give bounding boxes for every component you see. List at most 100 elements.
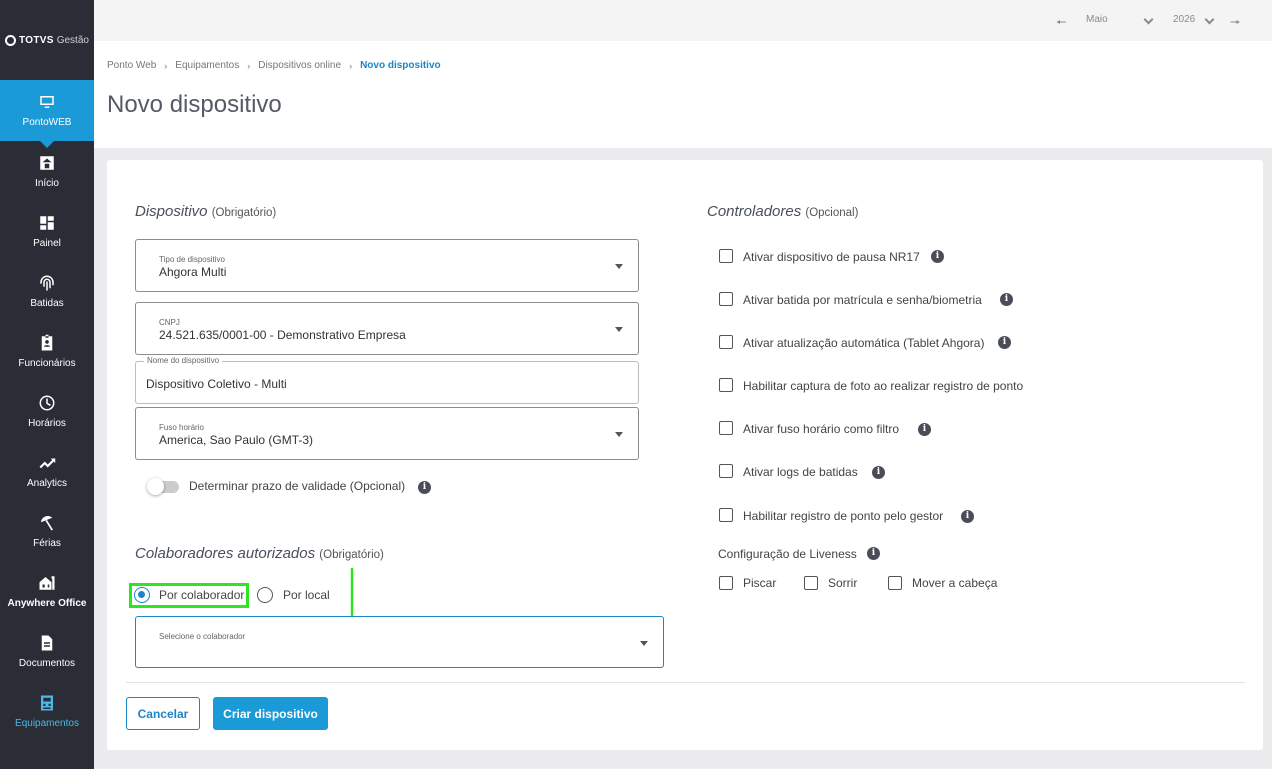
sidebar-item-batidas[interactable]: Batidas <box>0 261 94 321</box>
sidebar-item-inicio[interactable]: Início <box>0 141 94 201</box>
sidebar-item-funcionarios[interactable]: Funcionários <box>0 321 94 381</box>
sidebar-item-painel[interactable]: Painel <box>0 201 94 261</box>
tipo-dispositivo-select[interactable]: Tipo de dispositivo Ahgora Multi <box>135 239 639 292</box>
sidebar-item-documentos[interactable]: Documentos <box>0 621 94 681</box>
controladores-section-title: Controladores (Opcional) <box>707 203 858 220</box>
sidebar-item-label: Férias <box>33 537 61 549</box>
page-title: Novo dispositivo <box>107 91 282 118</box>
breadcrumb-equipamentos[interactable]: Equipamentos <box>175 60 239 71</box>
checkbox-pausa-nr17[interactable] <box>719 249 733 263</box>
cnpj-label: CNPJ <box>159 318 180 327</box>
breadcrumb-current: Novo dispositivo <box>360 60 441 71</box>
fuso-horario-value: America, Sao Paulo (GMT-3) <box>159 433 314 447</box>
breadcrumb-separator: › <box>349 60 353 71</box>
checkbox-logs-batidas[interactable] <box>719 464 733 478</box>
sidebar-item-label: Analytics <box>26 477 67 489</box>
cnpj-value: 24.521.635/0001-00 - Demonstrativo Empre… <box>159 328 406 342</box>
checkbox-fuso-filtro-label: Ativar fuso horário como filtro <box>743 422 900 436</box>
monitor-icon <box>40 96 54 108</box>
sidebar-item-label: Documentos <box>18 657 76 669</box>
radio-por-colaborador[interactable] <box>134 587 150 603</box>
breadcrumb: Ponto Web › Equipamentos › Dispositivos … <box>107 60 441 71</box>
dispositivo-title-note: (Obrigatório) <box>211 207 277 219</box>
logo-subtext: Gestão <box>56 34 89 46</box>
sidebar-item-horarios[interactable]: Horários <box>0 381 94 441</box>
colaboradores-section-title: Colaboradores autorizados (Obrigatório) <box>135 545 384 562</box>
checkbox-mover-cabeca[interactable] <box>888 576 902 590</box>
atualizacao-automatica-info-icon[interactable]: i <box>998 336 1011 349</box>
nome-dispositivo-field[interactable]: Nome do dispositivo Dispositivo Coletivo… <box>135 356 639 404</box>
fingerprint-icon <box>40 275 54 290</box>
umbrella-icon <box>41 515 53 530</box>
cnpj-select[interactable]: CNPJ 24.521.635/0001-00 - Demonstrativo … <box>135 302 639 355</box>
nome-dispositivo-label: Nome do dispositivo <box>144 356 223 365</box>
month-select[interactable]: Maio <box>1086 14 1108 25</box>
checkbox-fuso-filtro[interactable] <box>719 421 733 435</box>
house-icon <box>39 575 55 590</box>
dropdown-caret-icon <box>615 432 623 437</box>
checkbox-pausa-nr17-label: Ativar dispositivo de pausa NR17 <box>743 250 920 264</box>
breadcrumb-separator: › <box>247 60 251 71</box>
liveness-label: Configuração de Liveness <box>718 547 857 561</box>
checkbox-matricula-senha-label: Ativar batida por matrícula e senha/biom… <box>743 293 982 307</box>
checkbox-atualizacao-automatica-label: Ativar atualização automática (Tablet Ah… <box>743 336 985 350</box>
next-month-arrow-icon[interactable]: 🠖 <box>1230 13 1241 34</box>
nome-dispositivo-value: Dispositivo Coletivo - Multi <box>146 377 287 391</box>
top-bar: 🠔 Maio 2026 🠖 <box>94 0 1272 41</box>
year-chevron-down-icon[interactable] <box>1204 14 1215 25</box>
cancel-button[interactable]: Cancelar <box>126 697 200 730</box>
colaboradores-title-text: Colaboradores autorizados <box>135 545 316 562</box>
dispositivo-title-text: Dispositivo <box>135 203 208 220</box>
checkbox-captura-foto[interactable] <box>719 378 733 392</box>
colaborador-select[interactable]: Selecione o colaborador <box>135 616 664 668</box>
checkbox-logs-batidas-label: Ativar logs de batidas <box>743 465 858 479</box>
badge-icon <box>41 334 53 350</box>
sidebar-item-analytics[interactable]: Analytics <box>0 441 94 501</box>
fuso-filtro-info-icon[interactable]: i <box>918 423 931 436</box>
checkbox-registro-gestor[interactable] <box>719 508 733 522</box>
checkbox-registro-gestor-label: Habilitar registro de ponto pelo gestor <box>743 509 944 523</box>
sidebar-item-pontoweb[interactable]: PontoWEB <box>0 80 94 148</box>
checkbox-sorrir[interactable] <box>804 576 818 590</box>
sidebar-item-ferias[interactable]: Férias <box>0 501 94 561</box>
sidebar: TOTVS Gestão PontoWEB Início Painel Bati… <box>0 0 94 769</box>
sidebar-item-anywhere-office[interactable]: Anywhere Office <box>0 561 94 621</box>
matricula-senha-info-icon[interactable]: i <box>1000 293 1013 306</box>
create-device-button[interactable]: Criar dispositivo <box>213 697 328 730</box>
tipo-dispositivo-value: Ahgora Multi <box>159 265 227 279</box>
form-card: Dispositivo (Obrigatório) Tipo de dispos… <box>107 160 1263 750</box>
pausa-nr17-info-icon[interactable]: i <box>931 250 944 263</box>
validade-toggle[interactable] <box>147 478 179 495</box>
checkbox-matricula-senha[interactable] <box>719 292 733 306</box>
logs-batidas-info-icon[interactable]: i <box>872 466 885 479</box>
sidebar-item-label: PontoWEB <box>22 117 72 128</box>
sidebar-item-label: Batidas <box>30 297 64 309</box>
checkbox-piscar[interactable] <box>719 576 733 590</box>
sidebar-item-label: Início <box>35 177 59 189</box>
liveness-info-icon[interactable]: i <box>867 547 880 560</box>
toggle-knob <box>147 478 164 495</box>
colaborador-select-label: Selecione o colaborador <box>159 632 246 641</box>
devices-icon <box>41 695 53 710</box>
sidebar-item-label: Horários <box>28 417 66 429</box>
month-chevron-down-icon[interactable] <box>1143 14 1154 25</box>
logo-text: TOTVS <box>19 34 54 46</box>
fuso-horario-select[interactable]: Fuso horário America, Sao Paulo (GMT-3) <box>135 407 639 460</box>
year-select[interactable]: 2026 <box>1173 14 1195 25</box>
validade-info-icon[interactable]: i <box>418 481 431 494</box>
clock-icon <box>39 395 55 410</box>
tipo-dispositivo-label: Tipo de dispositivo <box>159 255 225 264</box>
dispositivo-section-title: Dispositivo (Obrigatório) <box>135 203 276 220</box>
radio-por-local[interactable] <box>257 587 273 603</box>
sidebar-item-equipamentos[interactable]: Equipamentos <box>0 681 94 741</box>
checkbox-atualizacao-automatica[interactable] <box>719 335 733 349</box>
breadcrumb-ponto-web[interactable]: Ponto Web <box>107 60 156 71</box>
radio-por-colaborador-label: Por colaborador <box>159 588 245 602</box>
previous-month-arrow-icon[interactable]: 🠔 <box>1056 13 1067 34</box>
radio-por-local-label: Por local <box>283 588 330 602</box>
checkbox-piscar-label: Piscar <box>743 576 777 590</box>
breadcrumb-separator: › <box>164 60 168 71</box>
breadcrumb-dispositivos-online[interactable]: Dispositivos online <box>258 60 341 71</box>
document-icon <box>41 635 53 650</box>
registro-gestor-info-icon[interactable]: i <box>961 510 974 523</box>
